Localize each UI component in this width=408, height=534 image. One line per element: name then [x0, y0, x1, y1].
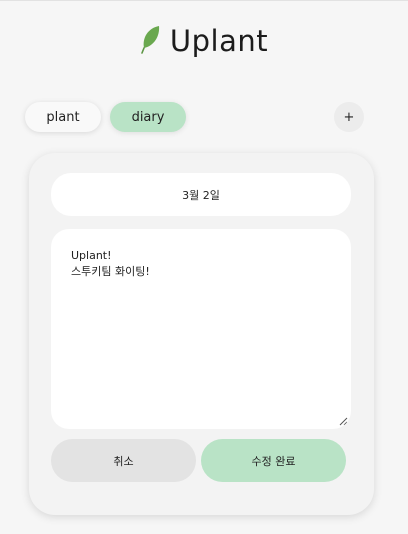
app-header: Uplant — [0, 21, 408, 61]
leaf-icon — [141, 26, 159, 54]
diary-content-textarea[interactable]: Uplant! 스투키팀 화이팅! — [51, 229, 351, 429]
date-field[interactable]: 3월 2일 — [51, 173, 351, 216]
diary-edit-card: 3월 2일 Uplant! 스투키팀 화이팅! 취소 수정 완료 — [29, 153, 374, 515]
save-edit-button[interactable]: 수정 완료 — [201, 439, 346, 482]
resize-handle-icon[interactable] — [339, 417, 348, 426]
app-title: Uplant — [169, 24, 269, 58]
cancel-button[interactable]: 취소 — [51, 439, 196, 482]
diary-content-text: Uplant! 스투키팀 화이팅! — [71, 249, 150, 278]
add-button[interactable]: + — [334, 102, 364, 132]
tab-diary[interactable]: diary — [110, 102, 186, 132]
tab-plant[interactable]: plant — [25, 102, 101, 132]
